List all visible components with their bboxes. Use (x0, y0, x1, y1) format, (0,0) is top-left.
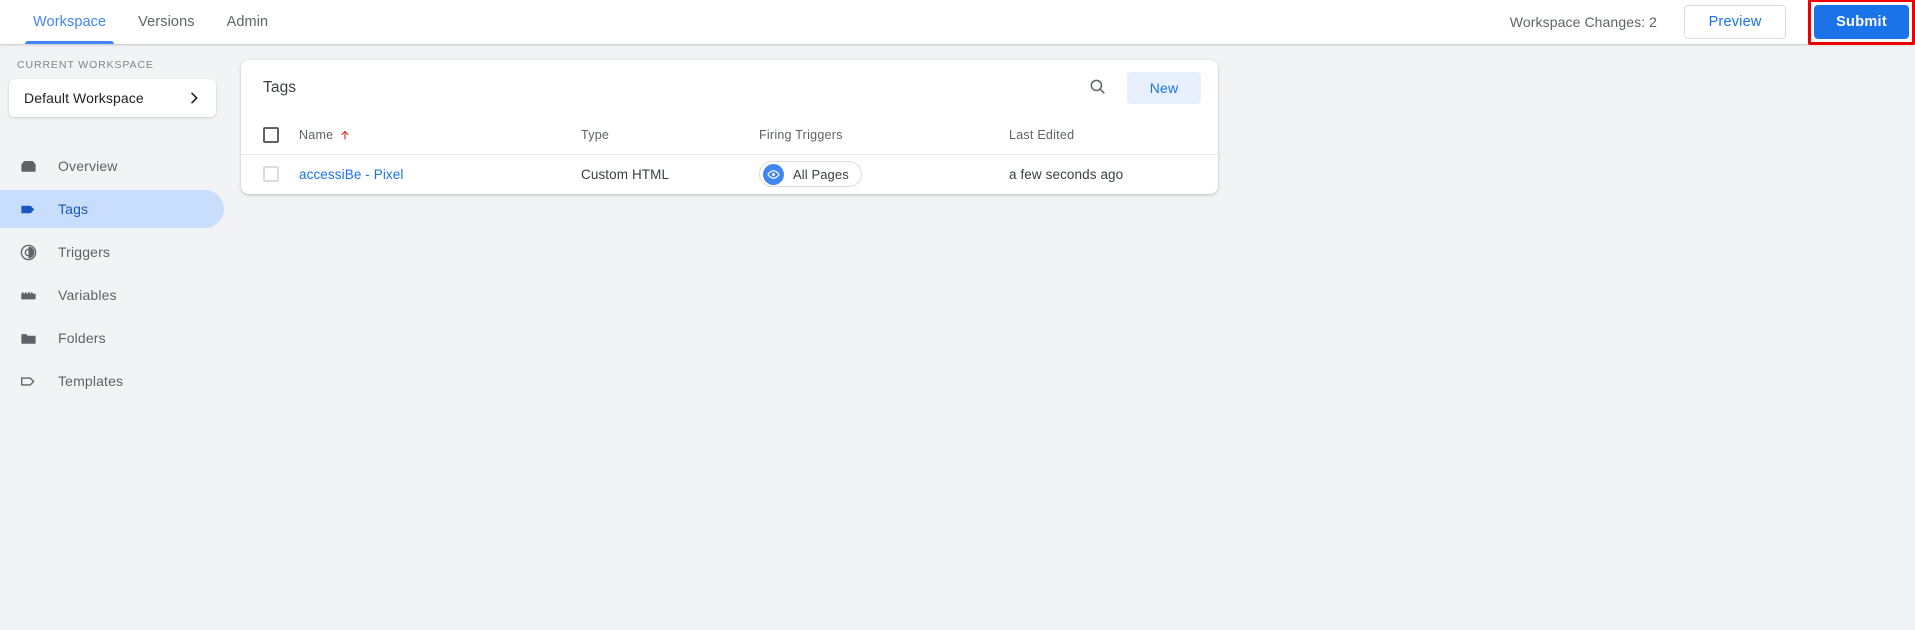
page-title: Tags (263, 79, 1080, 97)
sidebar-item-overview-label: Overview (58, 158, 118, 174)
tag-icon (18, 199, 38, 219)
sidebar-item-tags[interactable]: Tags (0, 190, 224, 228)
folder-icon (18, 328, 38, 348)
sidebar-item-tags-label: Tags (58, 201, 88, 217)
sidebar-item-templates-label: Templates (58, 373, 123, 389)
main-content: Tags New (228, 44, 1915, 194)
column-header-last-edited[interactable]: Last Edited (1009, 115, 1218, 154)
top-bar: Workspace Versions Admin Workspace Chang… (0, 0, 1915, 44)
column-header-firing-triggers[interactable]: Firing Triggers (759, 115, 1009, 154)
column-header-name-label: Name (299, 128, 333, 142)
sidebar-item-triggers-label: Triggers (58, 244, 110, 260)
chevron-right-icon (186, 90, 202, 106)
new-tag-button[interactable]: New (1127, 72, 1201, 104)
sidebar-item-variables[interactable]: Variables (0, 276, 224, 314)
select-all-checkbox[interactable] (263, 127, 279, 143)
page-body: CURRENT WORKSPACE Default Workspace Over… (0, 44, 1915, 630)
sidebar-item-templates[interactable]: Templates (0, 362, 224, 400)
row-name-cell: accessiBe - Pixel (299, 154, 581, 194)
sidebar-item-triggers[interactable]: Triggers (0, 233, 224, 271)
workspace-changes-count: Workspace Changes: 2 (1510, 14, 1657, 30)
tags-card: Tags New (241, 60, 1218, 194)
row-checkbox[interactable] (263, 166, 279, 182)
search-button[interactable] (1080, 71, 1114, 105)
template-icon (18, 371, 38, 391)
last-edited-value: a few seconds ago (1009, 167, 1123, 182)
trigger-chip[interactable]: All Pages (759, 161, 862, 187)
table-header-row: Name Type (241, 115, 1218, 154)
trigger-icon (18, 242, 38, 262)
sidebar-item-variables-label: Variables (58, 287, 117, 303)
submit-button-highlight: Submit (1808, 0, 1915, 45)
column-header-name[interactable]: Name (299, 115, 581, 154)
tags-card-header: Tags New (241, 60, 1218, 115)
top-nav-tabs: Workspace Versions Admin (0, 0, 284, 44)
tab-versions-label: Versions (138, 14, 194, 30)
search-icon (1088, 77, 1107, 99)
preview-button[interactable]: Preview (1684, 5, 1786, 39)
column-header-type[interactable]: Type (581, 115, 759, 154)
tab-workspace[interactable]: Workspace (17, 0, 122, 44)
tab-admin[interactable]: Admin (211, 0, 285, 44)
variables-icon (18, 285, 38, 305)
row-type-cell: Custom HTML (581, 154, 759, 194)
sidebar-item-overview[interactable]: Overview (0, 147, 224, 185)
overview-icon (18, 156, 38, 176)
sidebar-item-folders[interactable]: Folders (0, 319, 224, 357)
row-triggers-cell: All Pages (759, 154, 1009, 194)
column-header-type-label: Type (581, 128, 609, 142)
tab-versions[interactable]: Versions (122, 0, 210, 44)
sidebar: CURRENT WORKSPACE Default Workspace Over… (0, 44, 228, 405)
workspace-name: Default Workspace (24, 90, 186, 106)
tags-table-body: accessiBe - Pixel Custom HTML (241, 154, 1218, 194)
workspace-selector[interactable]: Default Workspace (9, 79, 216, 117)
eye-icon (763, 164, 784, 185)
top-bar-spacer (284, 0, 1510, 44)
top-bar-actions: Workspace Changes: 2 Preview Submit (1510, 0, 1915, 44)
submit-button[interactable]: Submit (1814, 5, 1909, 39)
row-last-edited-cell: a few seconds ago (1009, 154, 1218, 194)
tab-admin-label: Admin (227, 14, 269, 30)
sidebar-nav: Overview Tags Triggers (0, 147, 228, 400)
current-workspace-label: CURRENT WORKSPACE (0, 59, 228, 79)
row-select-cell (241, 154, 299, 194)
tags-table: Name Type (241, 115, 1218, 194)
tag-name-link[interactable]: accessiBe - Pixel (299, 167, 404, 182)
column-header-last-edited-label: Last Edited (1009, 128, 1074, 142)
tags-table-head: Name Type (241, 115, 1218, 154)
sidebar-item-folders-label: Folders (58, 330, 106, 346)
trigger-chip-label: All Pages (793, 167, 849, 182)
table-row[interactable]: accessiBe - Pixel Custom HTML (241, 154, 1218, 194)
column-header-firing-triggers-label: Firing Triggers (759, 128, 843, 142)
tab-workspace-label: Workspace (33, 14, 106, 30)
select-all-cell (241, 115, 299, 154)
sort-ascending-icon (339, 129, 351, 141)
